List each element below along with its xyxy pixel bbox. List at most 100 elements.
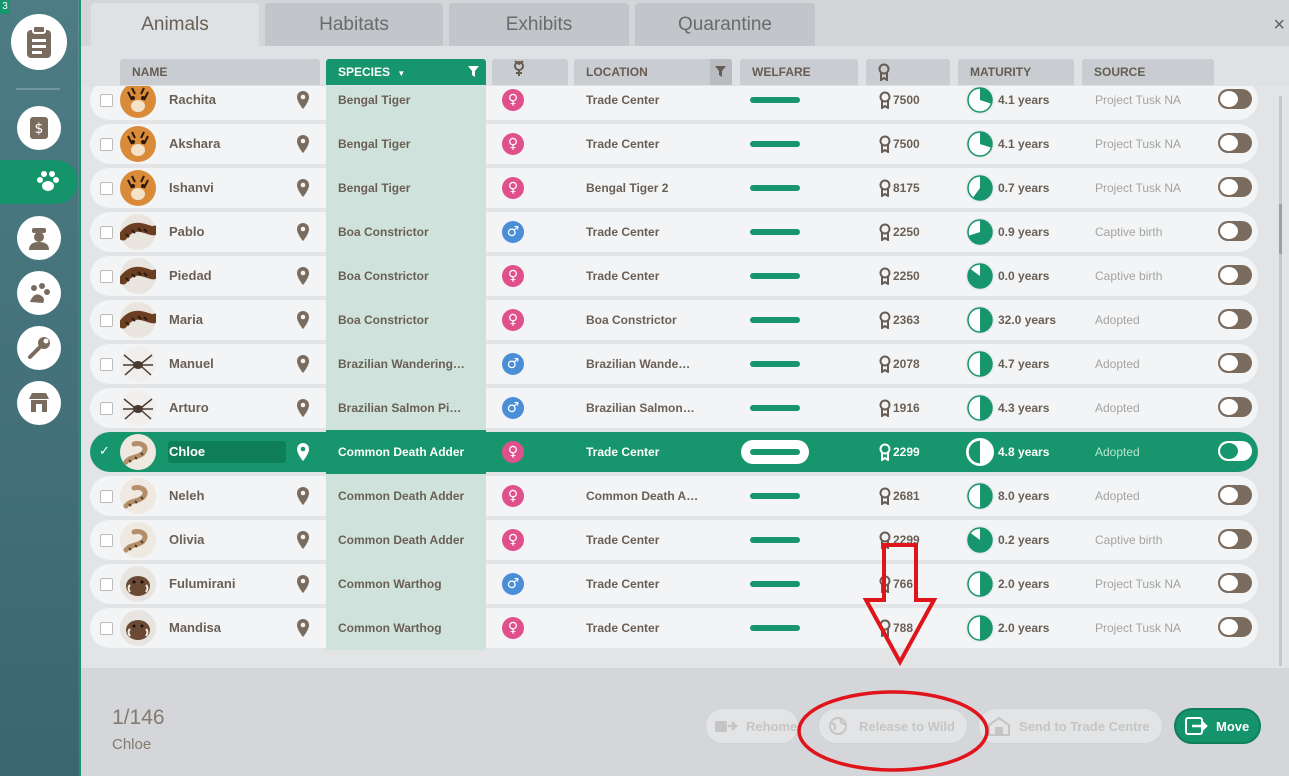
table-row[interactable]: Maria Boa Constrictor ♀ Boa Constrictor … <box>90 298 1258 342</box>
male-icon: ♂ <box>502 221 524 243</box>
move-button[interactable]: Move <box>1174 708 1261 744</box>
rehome-button[interactable]: Rehome <box>705 708 799 744</box>
table-row[interactable]: Ishanvi Bengal Tiger ♀ Bengal Tiger 2 81… <box>90 166 1258 210</box>
location-pin-icon[interactable] <box>296 135 310 153</box>
check-icon[interactable]: ✓ <box>99 443 110 458</box>
release-to-wild-button[interactable]: Release to Wild <box>818 708 968 744</box>
location-pin-icon[interactable] <box>296 311 310 329</box>
reputation-value: 2250 <box>893 269 920 283</box>
table-row[interactable]: Pablo Boa Constrictor ♂ Trade Center 225… <box>90 210 1258 254</box>
row-checkbox[interactable] <box>100 358 113 371</box>
location-pin-icon[interactable] <box>296 531 310 549</box>
column-gender[interactable] <box>492 59 568 85</box>
animal-name: Chloe <box>169 444 206 459</box>
reputation-icon <box>879 443 891 462</box>
row-checkbox[interactable] <box>100 622 113 635</box>
column-name[interactable]: NAME <box>120 59 320 85</box>
row-checkbox[interactable] <box>100 578 113 591</box>
location-pin-icon[interactable] <box>296 355 310 373</box>
reputation-value: 7500 <box>893 93 920 107</box>
tab-exhibits[interactable]: Exhibits <box>449 3 629 46</box>
shop-button[interactable] <box>17 381 61 425</box>
tab-habitats[interactable]: Habitats <box>265 3 443 46</box>
column-welfare[interactable]: WELFARE <box>740 59 858 85</box>
location-pin-icon[interactable] <box>296 91 310 109</box>
column-species[interactable]: SPECIES ▼ <box>326 59 486 85</box>
table-row[interactable]: Olivia Common Death Adder ♀ Trade Center… <box>90 518 1258 562</box>
location-pin-icon[interactable] <box>296 443 310 461</box>
female-icon: ♀ <box>502 133 524 155</box>
table-row[interactable]: Arturo Brazilian Salmon Pi… ♂ Brazilian … <box>90 386 1258 430</box>
contraception-toggle[interactable] <box>1218 353 1252 373</box>
contraception-toggle[interactable] <box>1218 397 1252 417</box>
tab-animals[interactable]: Animals <box>91 3 259 46</box>
female-icon: ♀ <box>502 441 524 463</box>
row-checkbox[interactable] <box>100 94 113 107</box>
table-row[interactable]: Piedad Boa Constrictor ♀ Trade Center 22… <box>90 254 1258 298</box>
location-pin-icon[interactable] <box>296 267 310 285</box>
animals-button[interactable] <box>0 160 78 204</box>
table-row[interactable]: Akshara Bengal Tiger ♀ Trade Center 7500… <box>90 122 1258 166</box>
maturity-value: 4.3 years <box>998 401 1050 415</box>
row-checkbox[interactable] <box>100 226 113 239</box>
clipboard-button[interactable] <box>11 14 67 70</box>
table-row[interactable]: Fulumirani Common Warthog ♂ Trade Center… <box>90 562 1258 606</box>
table-row[interactable]: Rachita Bengal Tiger ♀ Trade Center 7500… <box>90 86 1258 122</box>
animal-avatar <box>120 610 156 646</box>
staff-button[interactable] <box>17 216 61 260</box>
contraception-toggle[interactable] <box>1218 441 1252 461</box>
location-pin-icon[interactable] <box>296 179 310 197</box>
location-pin-icon[interactable] <box>296 575 310 593</box>
contraception-toggle[interactable] <box>1218 133 1252 153</box>
table-row[interactable]: Manuel Brazilian Wandering… ♂ Brazilian … <box>90 342 1258 386</box>
scrollbar-thumb[interactable] <box>1279 204 1282 254</box>
row-checkbox[interactable] <box>100 270 113 283</box>
contraception-toggle[interactable] <box>1218 221 1252 241</box>
animal-name: Neleh <box>169 488 205 503</box>
location: Brazilian Wande… <box>586 357 691 371</box>
close-icon[interactable]: × <box>1273 14 1285 37</box>
animal-avatar <box>118 258 160 294</box>
location-pin-icon[interactable] <box>296 399 310 417</box>
contraception-toggle[interactable] <box>1218 265 1252 285</box>
animal-care-button[interactable] <box>17 271 61 315</box>
contraception-toggle[interactable] <box>1218 177 1252 197</box>
row-checkbox[interactable] <box>100 182 113 195</box>
location-pin-icon[interactable] <box>296 487 310 505</box>
scrollbar[interactable] <box>1279 96 1282 666</box>
male-icon: ♂ <box>502 397 524 419</box>
contraception-toggle[interactable] <box>1218 485 1252 505</box>
contraception-toggle[interactable] <box>1218 529 1252 549</box>
row-checkbox[interactable] <box>100 314 113 327</box>
location-pin-icon[interactable] <box>296 223 310 241</box>
contraception-toggle[interactable] <box>1218 573 1252 593</box>
row-checkbox[interactable] <box>100 534 113 547</box>
table-row[interactable]: Mandisa Common Warthog ♀ Trade Center 78… <box>90 606 1258 650</box>
maintenance-button[interactable] <box>17 326 61 370</box>
column-location[interactable]: LOCATION <box>574 59 732 85</box>
column-source[interactable]: SOURCE <box>1082 59 1214 85</box>
animal-avatar <box>120 566 156 602</box>
trade-centre-icon <box>988 716 1010 736</box>
row-checkbox[interactable] <box>100 138 113 151</box>
contraception-toggle[interactable] <box>1218 617 1252 637</box>
send-to-trade-centre-button[interactable]: Send to Trade Centre <box>978 708 1163 744</box>
tab-quarantine[interactable]: Quarantine <box>635 3 815 46</box>
row-checkbox[interactable] <box>100 402 113 415</box>
filter-icon[interactable] <box>468 66 479 77</box>
maturity-pie-icon <box>966 570 994 598</box>
contraception-toggle[interactable] <box>1218 89 1252 109</box>
location: Trade Center <box>586 269 660 283</box>
contraception-toggle[interactable] <box>1218 309 1252 329</box>
maturity-pie-icon <box>966 394 994 422</box>
table-row[interactable]: Neleh Common Death Adder ♀ Common Death … <box>90 474 1258 518</box>
finances-button[interactable]: $ <box>17 106 61 150</box>
location: Trade Center <box>586 137 660 151</box>
row-checkbox[interactable] <box>100 490 113 503</box>
column-reputation[interactable] <box>866 59 950 85</box>
table-row[interactable]: ✓ Chloe Common Death Adder ♀ Trade Cente… <box>90 430 1258 474</box>
location: Brazilian Salmon… <box>586 401 695 415</box>
source: Project Tusk NA <box>1095 577 1182 591</box>
column-maturity[interactable]: MATURITY <box>958 59 1074 85</box>
location-pin-icon[interactable] <box>296 619 310 637</box>
